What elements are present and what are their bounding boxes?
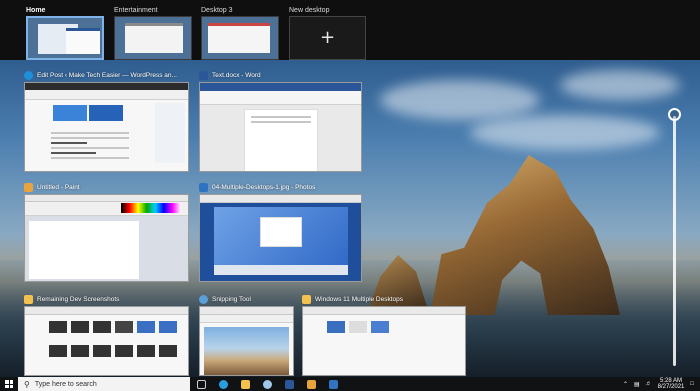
window-title: Windows 11 Multiple Desktops <box>302 292 466 306</box>
new-desktop-tile[interactable]: + <box>289 16 366 60</box>
scroll-thumb[interactable] <box>668 108 681 121</box>
paint-icon <box>306 379 316 389</box>
taskbar-snipping-tool[interactable] <box>256 377 278 391</box>
word-icon <box>284 379 294 389</box>
window-title-text: Remaining Dev Screenshots <box>37 295 120 303</box>
clock[interactable]: 5:28 AM 8/27/2021 <box>658 378 685 391</box>
window-title-text: Untitled - Paint <box>37 183 80 191</box>
volume-icon[interactable]: ♬ <box>646 381 652 387</box>
taskbar-photos[interactable] <box>322 377 344 391</box>
desktop-label: Desktop 3 <box>201 7 233 14</box>
windows-logo-icon <box>5 380 13 388</box>
desktop-entertainment[interactable]: Entertainment <box>114 6 192 60</box>
folder-icon <box>24 294 33 304</box>
window-title-text: 04-Multiple-Desktops-1.jpg - Photos <box>212 183 316 191</box>
desktop-label: Entertainment <box>114 7 158 14</box>
window-thumbnail[interactable] <box>24 194 189 282</box>
file-explorer-icon <box>240 379 250 389</box>
window-explorer-remaining-dev[interactable]: Remaining Dev Screenshots <box>24 292 189 376</box>
edge-icon <box>24 70 33 80</box>
start-button[interactable] <box>0 377 18 391</box>
window-thumbnail[interactable] <box>199 306 294 376</box>
desktop-3[interactable]: Desktop 3 <box>201 6 279 60</box>
new-desktop-label: New desktop <box>289 7 330 14</box>
network-icon[interactable]: ▤ <box>634 381 640 388</box>
window-title: Snipping Tool <box>199 292 294 306</box>
window-title-text: Text.docx - Word <box>212 71 261 79</box>
window-word[interactable]: Text.docx - Word <box>199 68 362 172</box>
taskbar: ⚲ Type here to search ⌃ ▤ ♬ 5:28 AM 8/27… <box>0 377 700 391</box>
window-title-text: Snipping Tool <box>212 295 251 303</box>
window-thumbnail[interactable] <box>199 82 362 172</box>
folder-icon <box>302 294 311 304</box>
window-paint[interactable]: Untitled - Paint <box>24 180 189 282</box>
snipping-tool-icon <box>262 379 272 389</box>
window-title: Edit Post ‹ Make Tech Easier — WordPress… <box>24 68 189 82</box>
window-photos[interactable]: 04-Multiple-Desktops-1.jpg - Photos <box>199 180 362 282</box>
taskbar-search-box[interactable]: ⚲ Type here to search <box>18 377 190 391</box>
window-thumbnail[interactable] <box>24 82 189 172</box>
notifications-icon[interactable]: □ <box>690 381 694 387</box>
desktop-home[interactable]: Home <box>26 6 104 60</box>
window-title: Untitled - Paint <box>24 180 189 194</box>
taskbar-word[interactable] <box>278 377 300 391</box>
desktop-preview[interactable] <box>201 16 279 60</box>
search-icon: ⚲ <box>24 379 30 389</box>
window-title-text: Edit Post ‹ Make Tech Easier — WordPress… <box>37 71 177 79</box>
edge-icon <box>218 379 228 389</box>
desktop-preview[interactable] <box>114 16 192 60</box>
virtual-desktops-bar: Home Entertainment Desktop 3 New desktop… <box>0 0 700 60</box>
plus-icon: + <box>319 27 336 48</box>
window-snipping-tool[interactable]: Snipping Tool <box>199 292 294 376</box>
task-view-icon <box>196 379 206 389</box>
window-thumbnail[interactable] <box>24 306 189 376</box>
photos-icon <box>199 182 208 192</box>
window-explorer-windows11[interactable]: Windows 11 Multiple Desktops <box>302 292 466 376</box>
desktop-label: Home <box>26 7 46 14</box>
snipping-tool-icon <box>199 294 208 304</box>
window-edge-edit-post[interactable]: Edit Post ‹ Make Tech Easier — WordPress… <box>24 68 189 172</box>
taskbar-file-explorer[interactable] <box>234 377 256 391</box>
window-title: Text.docx - Word <box>199 68 362 82</box>
window-title: 04-Multiple-Desktops-1.jpg - Photos <box>199 180 362 194</box>
chevron-up-icon[interactable]: ⌃ <box>623 381 628 388</box>
task-view-button[interactable] <box>190 377 212 391</box>
taskbar-paint[interactable] <box>300 377 322 391</box>
desktop-preview[interactable] <box>26 16 104 60</box>
window-title-text: Windows 11 Multiple Desktops <box>315 295 404 303</box>
search-placeholder: Type here to search <box>34 380 97 388</box>
window-thumbnail[interactable] <box>199 194 362 282</box>
system-tray: ⌃ ▤ ♬ 5:28 AM 8/27/2021 □ <box>623 378 700 391</box>
window-title: Remaining Dev Screenshots <box>24 292 189 306</box>
new-desktop-button[interactable]: New desktop + <box>289 6 366 60</box>
photos-icon <box>328 379 338 389</box>
window-thumbnail[interactable] <box>302 306 466 376</box>
taskbar-edge[interactable] <box>212 377 234 391</box>
clock-date: 8/27/2021 <box>657 384 685 390</box>
word-icon <box>199 70 208 80</box>
scroll-track[interactable] <box>673 116 676 366</box>
paint-icon <box>24 182 33 192</box>
